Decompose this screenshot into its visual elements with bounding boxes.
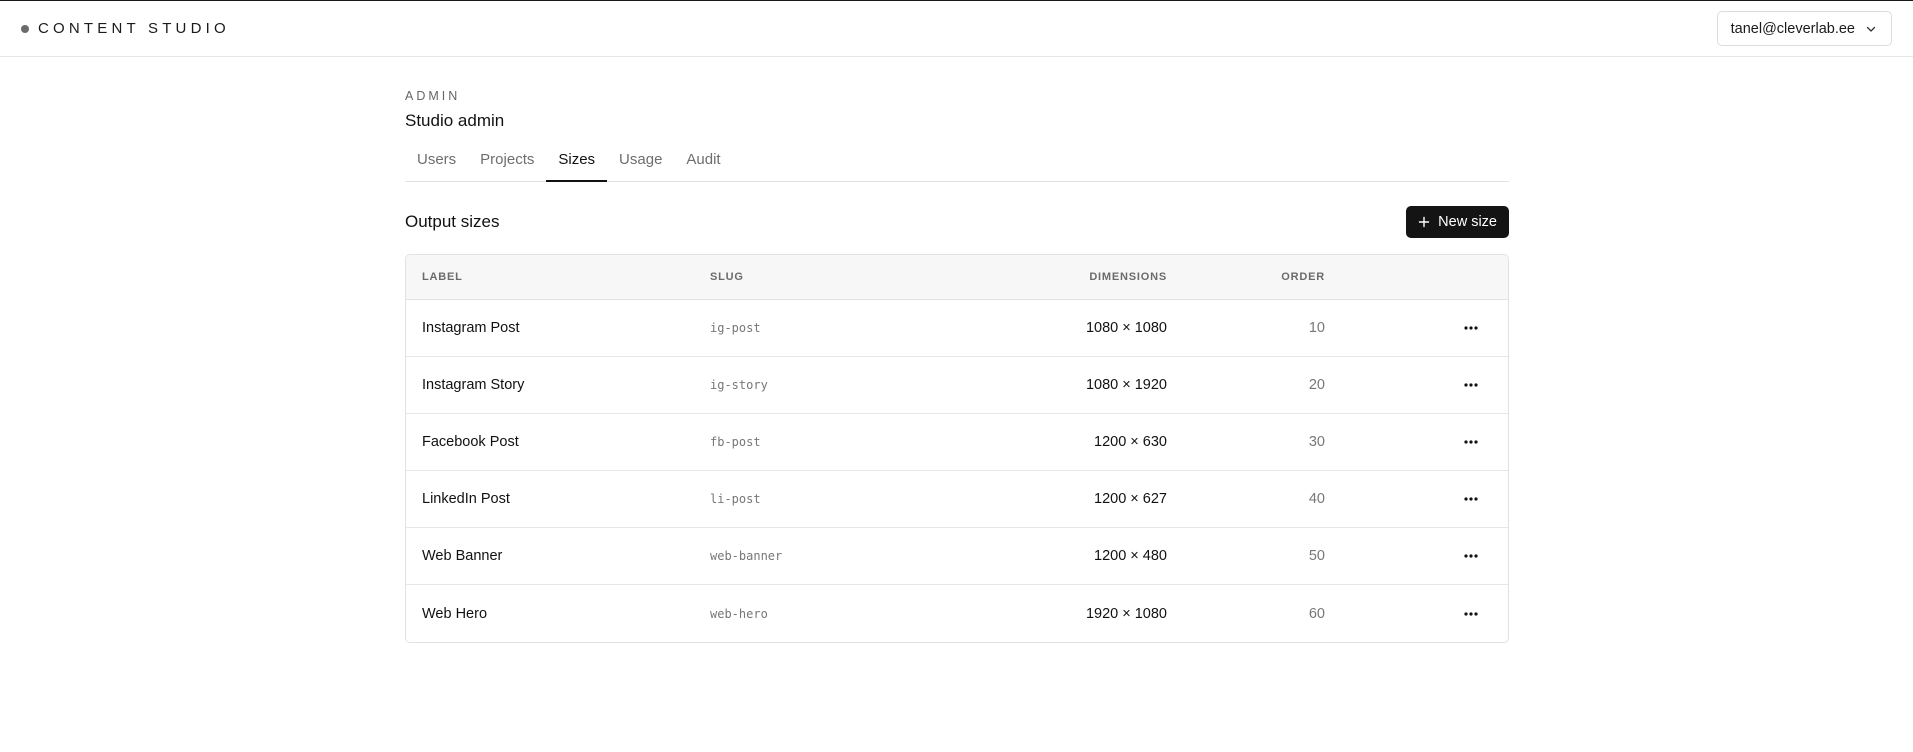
main-content: ADMIN Studio admin Users Projects Sizes … (405, 57, 1509, 643)
column-header-slug[interactable]: SLUG (710, 271, 918, 283)
size-order: 50 (1308, 548, 1325, 564)
size-slug: fb-post (710, 435, 761, 449)
size-slug: ig-story (710, 378, 768, 392)
size-dimensions: 1200 × 480 (1094, 548, 1167, 564)
brand[interactable]: CONTENT STUDIO (21, 20, 230, 37)
size-order: 20 (1308, 377, 1325, 393)
size-dimensions: 1200 × 627 (1094, 491, 1167, 507)
size-slug: ig-post (710, 321, 761, 335)
table-row[interactable]: Instagram Story ig-story 1080 × 1920 20 (406, 357, 1508, 414)
table-row[interactable]: Instagram Post ig-post 1080 × 1080 10 (406, 300, 1508, 357)
size-dimensions: 1920 × 1080 (1085, 605, 1167, 622)
plus-icon (1418, 216, 1430, 228)
size-label: LinkedIn Post (422, 491, 510, 507)
size-dimensions: 1080 × 1080 (1085, 320, 1167, 336)
more-horizontal-icon[interactable] (1459, 602, 1483, 626)
size-label: Web Hero (422, 605, 488, 622)
section-title: Output sizes (405, 212, 500, 231)
column-header-order[interactable]: ORDER (1167, 271, 1325, 283)
tab-projects[interactable]: Projects (468, 149, 546, 182)
tab-usage[interactable]: Usage (607, 149, 674, 182)
account-menu-button[interactable]: tanel@cleverlab.ee (1716, 11, 1892, 46)
more-horizontal-icon[interactable] (1459, 544, 1483, 568)
more-horizontal-icon[interactable] (1459, 430, 1483, 454)
more-horizontal-icon[interactable] (1459, 373, 1483, 397)
brand-name: CONTENT STUDIO (38, 20, 230, 37)
more-horizontal-icon[interactable] (1459, 316, 1483, 340)
size-slug: web-banner (710, 549, 783, 563)
size-label: Facebook Post (422, 434, 519, 450)
table-header: LABEL SLUG DIMENSIONS ORDER (406, 255, 1508, 300)
size-order: 60 (1308, 605, 1325, 622)
sizes-table: LABEL SLUG DIMENSIONS ORDER Instagram Po… (405, 254, 1509, 643)
chevron-down-icon (1865, 23, 1877, 35)
top-bar: CONTENT STUDIO tanel@cleverlab.ee (0, 1, 1913, 57)
column-header-label[interactable]: LABEL (406, 271, 710, 283)
section-header: Output sizes New size (405, 206, 1509, 238)
size-dimensions: 1200 × 630 (1094, 434, 1167, 450)
table-row[interactable]: LinkedIn Post li-post 1200 × 627 40 (406, 471, 1508, 528)
size-label: Instagram Post (422, 320, 520, 336)
table-row[interactable]: Facebook Post fb-post 1200 × 630 30 (406, 414, 1508, 471)
size-order: 10 (1308, 320, 1325, 336)
tab-sizes[interactable]: Sizes (546, 149, 608, 182)
size-slug: web-hero (710, 606, 768, 621)
new-size-label: New size (1438, 214, 1497, 230)
size-dimensions: 1080 × 1920 (1085, 377, 1167, 393)
tab-audit[interactable]: Audit (674, 149, 732, 182)
new-size-button[interactable]: New size (1406, 206, 1509, 238)
page-title: Studio admin (405, 111, 505, 130)
size-label: Web Banner (422, 548, 503, 564)
column-header-dimensions[interactable]: DIMENSIONS (918, 271, 1167, 283)
size-order: 30 (1308, 434, 1325, 450)
status-dot-icon (21, 24, 29, 33)
more-horizontal-icon[interactable] (1459, 487, 1483, 511)
table-row[interactable]: Web Banner web-banner 1200 × 480 50 (406, 528, 1508, 585)
size-order: 40 (1308, 491, 1325, 507)
size-slug: li-post (710, 492, 761, 506)
tab-users[interactable]: Users (405, 149, 468, 182)
page-eyebrow: ADMIN (405, 89, 461, 103)
size-label: Instagram Story (422, 377, 525, 393)
table-row[interactable]: Web Hero web-hero 1920 × 1080 60 (406, 585, 1508, 642)
admin-tabs: Users Projects Sizes Usage Audit (405, 149, 1509, 182)
account-email: tanel@cleverlab.ee (1730, 20, 1855, 37)
